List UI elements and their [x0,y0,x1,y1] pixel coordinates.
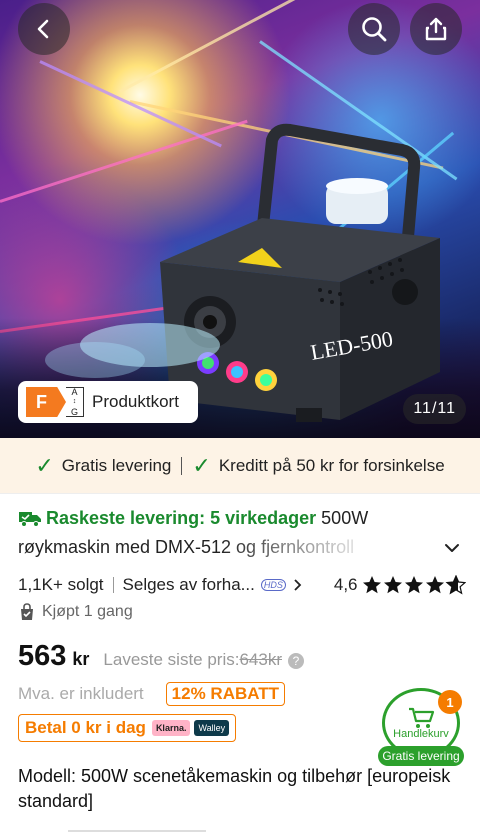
title-text-part2: røykmaskin med DMX-512 og fjernkontroll [18,537,355,557]
chevron-down-icon [445,544,459,552]
old-price: 643kr [239,650,282,669]
vat-note: Mva. er inkludert [18,684,144,703]
energy-scale: A ↕ G [66,387,84,417]
seller-badge: HDS [260,579,286,591]
rating-value: 4,6 [333,575,358,594]
benefit-free-delivery: Gratis levering [61,455,172,475]
energy-class: F [26,387,66,417]
divider [112,577,114,593]
fog-machine-illustration: LED-500 [45,123,440,422]
divider [0,493,480,494]
pay-later-text: Betal 0 kr i dag [25,718,146,737]
divider [181,456,183,475]
cart-free-delivery: Gratis levering [378,746,464,766]
pay-later-button[interactable]: Betal 0 kr i dag Klarna. Walley [18,714,237,742]
search-button[interactable] [348,3,400,55]
truck-icon [19,512,41,527]
product-title: Raskeste levering: 5 virkedager 500W røy… [18,504,438,562]
check-icon: ✓ [35,452,54,478]
check-icon: ✓ [192,452,211,478]
cart-button[interactable]: Handlekurv 1 Gratis levering [378,688,464,768]
share-icon [425,17,447,41]
benefit-delay-credit: Kreditt på 50 kr for forsinkelse [218,455,445,475]
divider [68,830,206,832]
image-counter: 11/11 [403,394,466,424]
price-currency: kr [72,649,90,669]
discount-badge: 12% RABATT [165,682,286,706]
product-image[interactable]: LED-500 F A ↕ G Produktkort 11/11 [0,0,480,438]
price-amount: 563 [18,640,67,672]
energy-class-badge: F A ↕ G [26,387,84,417]
cart-count-badge: 1 [438,690,462,714]
chevron-right-icon[interactable] [290,578,304,592]
star-rating-icon [362,575,466,594]
sold-count: 1,1K+ solgt [18,575,104,594]
expand-title-button[interactable] [442,538,462,563]
stats-row: 1,1K+ solgt Selges av forha... HDS 4,6 [18,574,468,596]
klarna-logo: Klarna. [151,720,191,736]
energy-label-text: Produktkort [92,392,179,411]
price-row: 563 kr Laveste siste pris:643kr ? [18,640,304,673]
walley-logo: Walley [194,720,230,736]
share-button[interactable] [410,3,462,55]
benefits-bar[interactable]: ✓ Gratis levering ✓ Kreditt på 50 kr for… [0,438,480,493]
lowest-price: Laveste siste pris:643kr [103,650,282,669]
purchase-history: Kjøpt 1 gang [18,603,133,621]
help-icon[interactable]: ? [288,653,304,669]
rating[interactable]: 4,6 [334,575,466,595]
bought-count: Kjøpt 1 gang [42,603,133,620]
title-text-part1: 500W [321,508,369,528]
fastest-delivery: Raskeste levering: 5 virkedager [46,508,317,528]
back-button[interactable] [18,3,70,55]
chevron-left-icon [37,19,49,39]
vat-row: Mva. er inkludert 12% RABATT [18,682,286,706]
energy-label-button[interactable]: F A ↕ G Produktkort [18,381,198,423]
cart-label: Handlekurv [393,728,449,740]
seller-link[interactable]: Selges av forha... [123,575,255,595]
model-selection[interactable]: Modell: 500W scenetåkemaskin og tilbehør… [18,764,458,814]
shopping-bag-icon [21,603,33,620]
search-icon [362,17,387,42]
product-page: LED-500 F A ↕ G Produktkort 11/11 ✓ Grat… [0,0,480,838]
cart-icon [409,707,435,728]
